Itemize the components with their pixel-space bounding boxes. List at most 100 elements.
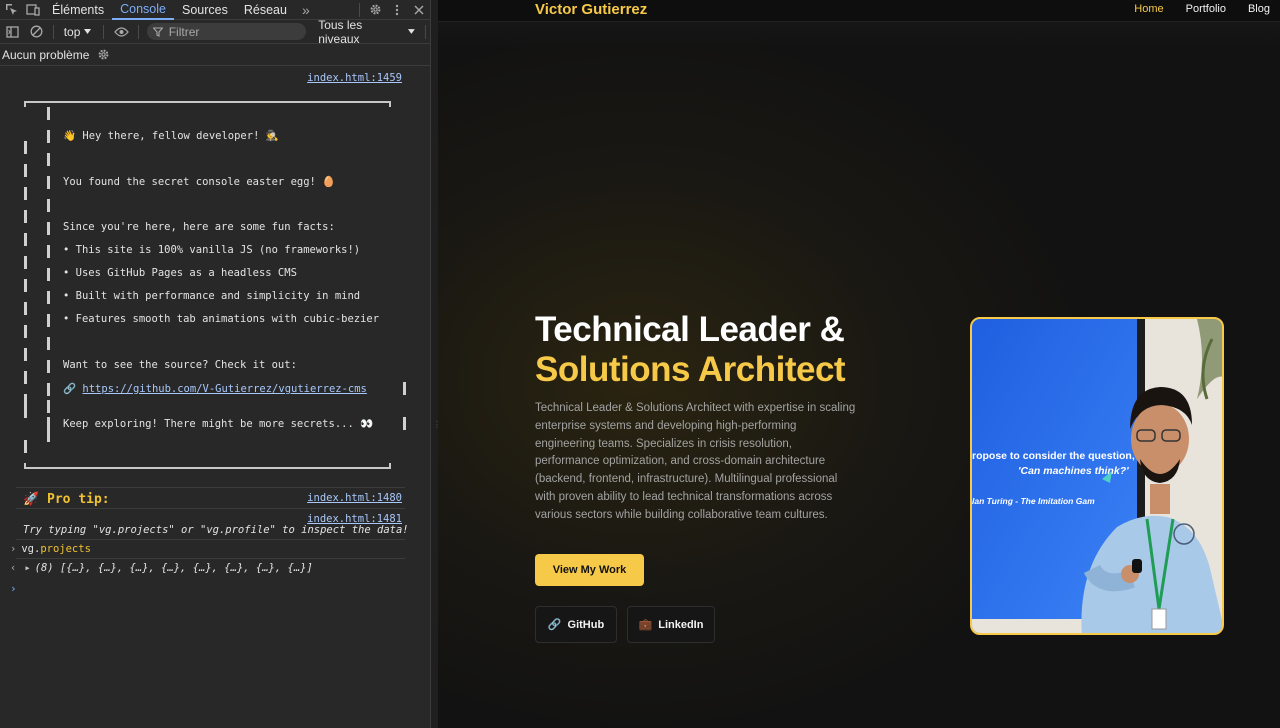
tab-elements[interactable]: Éléments — [44, 0, 112, 20]
box-bar — [47, 383, 50, 396]
context-select[interactable]: top — [60, 25, 98, 39]
toolbar-divider — [103, 24, 105, 39]
filter-box[interactable] — [146, 23, 307, 40]
box-bar — [47, 268, 50, 281]
site-nav-links: Home Portfolio Blog — [1134, 3, 1270, 15]
result-arrow-icon: ‹ — [10, 562, 17, 574]
box-bar — [24, 210, 27, 223]
box-bar — [24, 141, 27, 154]
result-array-value[interactable]: (8) [{…}, {…}, {…}, {…}, {…}, {…}, {…}, … — [35, 562, 313, 574]
egg-source-prompt: Want to see the source? Check it out: — [63, 359, 297, 371]
box-bar — [24, 279, 27, 292]
view-my-work-button[interactable]: View My Work — [535, 554, 644, 586]
box-bar — [47, 314, 50, 327]
website-viewport: Victor Gutierrez Home Portfolio Blog Tec… — [438, 0, 1280, 728]
briefcase-icon: 💼 — [638, 619, 653, 631]
more-tabs-icon[interactable]: » — [295, 0, 317, 20]
github-repo-link[interactable]: https://github.com/V-Gutierrez/vgutierre… — [82, 383, 366, 395]
command-prompt-icon: › — [10, 543, 17, 555]
hero-title-line2: Solutions Architect — [535, 350, 846, 389]
egg-fact: • Features smooth tab animations with cu… — [63, 313, 380, 325]
inspect-element-icon[interactable] — [0, 0, 22, 20]
box-bar — [47, 429, 50, 442]
source-link-egg[interactable]: index.html:1459 — [307, 72, 402, 84]
console-separator — [16, 487, 405, 488]
device-toolbar-icon[interactable] — [22, 0, 44, 20]
box-bar — [24, 325, 27, 338]
toolbar-divider — [52, 24, 54, 39]
sidebar-toggle-icon[interactable] — [2, 22, 23, 42]
log-levels-label: Tous les niveaux — [318, 17, 363, 46]
box-bar — [24, 233, 27, 246]
box-bar — [24, 348, 27, 361]
link-icon: 🔗 — [547, 619, 562, 631]
toolbar-divider — [137, 24, 139, 39]
console-input-prompt[interactable]: › — [10, 582, 17, 595]
nav-link-home[interactable]: Home — [1134, 3, 1163, 15]
box-bar — [24, 164, 27, 177]
filter-input[interactable] — [168, 24, 299, 39]
issues-label[interactable]: Aucun problème — [2, 48, 89, 62]
box-bar — [24, 405, 27, 418]
slide-text-line2: 'Can machines think?' — [1018, 465, 1129, 477]
box-bar — [47, 176, 50, 189]
github-label: GitHub — [567, 618, 605, 631]
source-link-tip[interactable]: index.html:1480 — [307, 492, 402, 504]
toolbar-divider — [425, 24, 427, 39]
hero-description: Technical Leader & Solutions Architect w… — [535, 402, 856, 521]
box-bar — [47, 360, 50, 373]
filter-funnel-icon — [152, 26, 163, 37]
egg-facts-intro: Since you're here, here are some fun fac… — [63, 221, 335, 233]
slide-text-line3: lan Turing - The Imitation Gam — [972, 496, 1095, 506]
console-separator — [16, 558, 405, 559]
github-button[interactable]: 🔗 GitHub — [535, 606, 617, 643]
console-result: ‹ ▸ (8) [{…}, {…}, {…}, {…}, {…}, {…}, {…}… — [10, 562, 313, 574]
box-bar — [403, 417, 406, 430]
box-bar — [47, 222, 50, 235]
profile-photo: ropose to consider the question, 'Can ma… — [970, 317, 1224, 635]
nav-link-portfolio[interactable]: Portfolio — [1186, 3, 1226, 15]
box-bar — [24, 187, 27, 200]
devtools-resize-handle[interactable]: ⋮ — [430, 0, 441, 728]
console-toolbar: top Tous les niveaux — [0, 17, 430, 46]
egg-fact: • Built with performance and simplicity … — [63, 290, 361, 302]
live-expression-eye-icon[interactable] — [110, 22, 131, 42]
tab-console[interactable]: Console — [112, 0, 174, 20]
box-bar — [47, 400, 50, 413]
linkedin-label: LinkedIn — [658, 618, 704, 631]
site-navbar: Victor Gutierrez Home Portfolio Blog — [438, 0, 1280, 22]
linkedin-button[interactable]: 💼 LinkedIn — [627, 606, 715, 643]
box-bar — [47, 291, 50, 304]
expand-toggle-icon[interactable]: ▸ — [24, 562, 30, 574]
issues-bar: Aucun problème — [0, 44, 430, 66]
box-bar — [47, 107, 50, 120]
box-bar — [24, 371, 27, 384]
console-separator — [16, 539, 405, 540]
link-icon: 🔗 — [63, 383, 77, 395]
site-brand[interactable]: Victor Gutierrez — [535, 1, 647, 18]
hero-title-line1: Technical Leader & — [535, 310, 845, 349]
box-border-top — [24, 101, 391, 107]
box-bar — [47, 130, 50, 143]
box-bar — [47, 245, 50, 258]
command-property: projects — [40, 543, 91, 555]
devtools-panel: Éléments Console Sources Réseau » top Fi… — [0, 0, 430, 728]
context-label: top — [63, 24, 81, 39]
clear-console-icon[interactable] — [25, 22, 46, 42]
box-bar — [47, 153, 50, 166]
console-separator — [16, 508, 405, 509]
tab-sources[interactable]: Sources — [174, 0, 236, 20]
toolbar-divider — [359, 2, 360, 17]
box-bar — [24, 256, 27, 269]
console-settings-gear-icon[interactable] — [97, 48, 110, 61]
log-levels-select[interactable]: Tous les niveaux — [318, 17, 416, 46]
box-border-bottom — [24, 463, 391, 469]
hero-title: Technical Leader & Solutions Architect — [535, 310, 846, 390]
console-command: › vg.projects — [10, 543, 91, 555]
nav-link-blog[interactable]: Blog — [1248, 3, 1270, 15]
tab-network[interactable]: Réseau — [236, 0, 295, 20]
slide-text-line1: ropose to consider the question, — [972, 450, 1135, 462]
pro-tip-text: Try typing "vg.projects" or "vg.profile"… — [23, 524, 409, 536]
egg-fact: • Uses GitHub Pages as a headless CMS — [63, 267, 297, 279]
caret-down-icon — [408, 29, 416, 34]
